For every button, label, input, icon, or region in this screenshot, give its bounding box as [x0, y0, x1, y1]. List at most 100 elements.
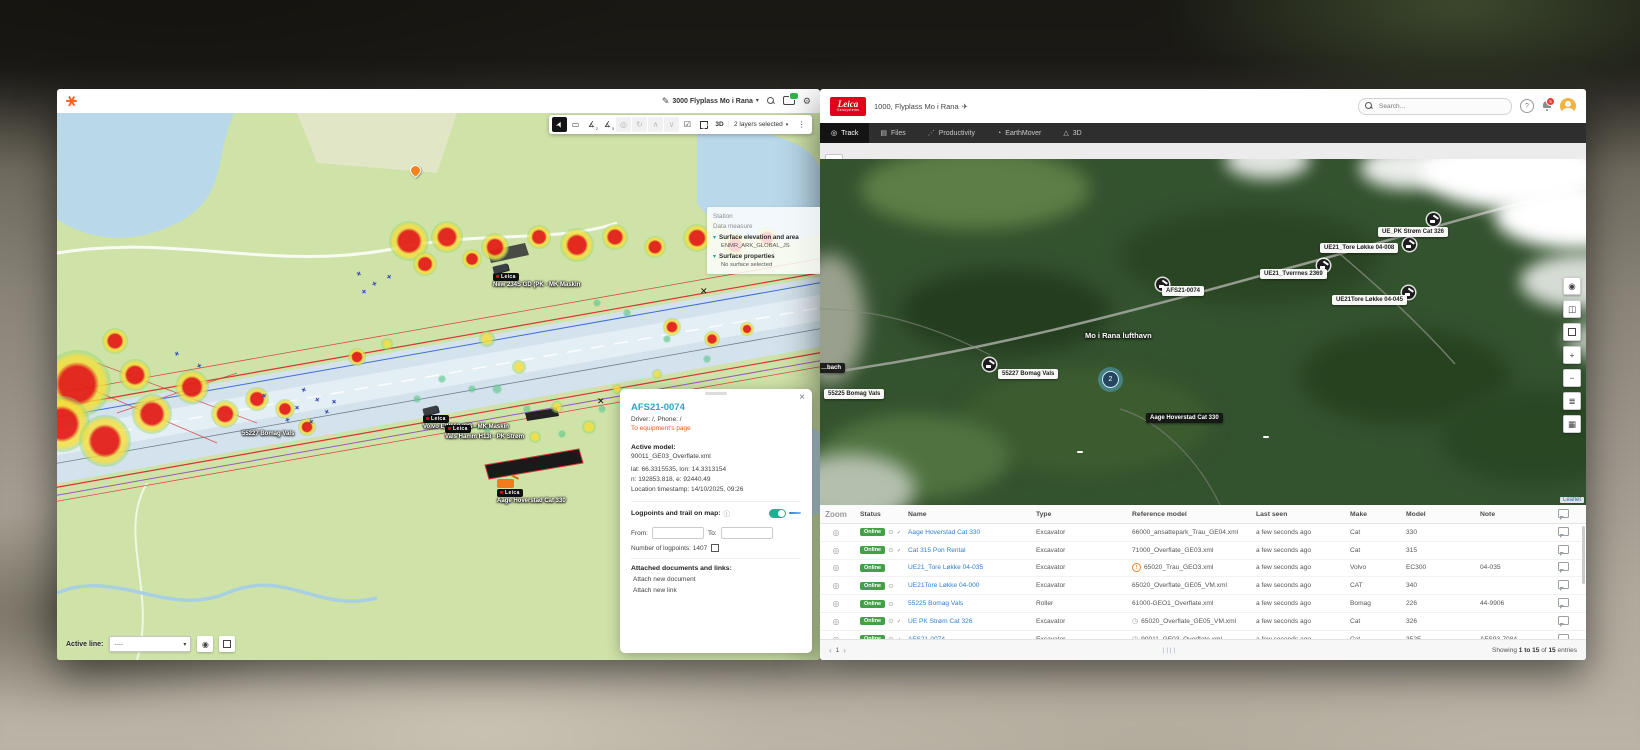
chat-icon[interactable] [1558, 545, 1569, 554]
station-option[interactable]: Station [713, 213, 814, 220]
unit-name-link[interactable]: UE21Tore Løkke 04-000 [908, 582, 979, 589]
zoom-to-unit-icon[interactable]: ◎ [820, 528, 852, 537]
Cat 315 Pon Rental[interactable]: ◎ Online ⊙ ✓ Cat 315 Pon Rental Excavato… [820, 542, 1586, 560]
profile-down-tool[interactable]: ∨ [664, 117, 679, 132]
left-app-logo[interactable] [66, 96, 77, 107]
zoom-to-unit-icon[interactable]: ◎ [820, 581, 852, 590]
selected-unit-marker[interactable]: 2 [1102, 371, 1119, 388]
unit-label[interactable]: 55227 Bomag Vals [998, 369, 1058, 379]
UE21_Tore Løkke 04-035[interactable]: ◎ Online ⊙ ✓ UE21_Tore Løkke 04-035 Exca… [820, 560, 1586, 578]
fit-view-button[interactable] [696, 117, 711, 132]
unit-label[interactable]: Aage Hoverstad Cat 330 [1146, 413, 1223, 423]
basemap-button[interactable]: ▦ [1563, 415, 1581, 433]
unit-name-link[interactable]: UE PK Strøm Cat 326 [908, 618, 973, 625]
zoom-to-unit-icon[interactable]: ◎ [820, 599, 852, 608]
legend-button[interactable]: ≣ [1563, 392, 1581, 410]
visibility-icon[interactable]: ⊙ [888, 528, 893, 536]
55225 Bomag Vals[interactable]: ◎ Online ⊙ ✓ 55225 Bomag Vals Roller ! ◷… [820, 595, 1586, 613]
prev-page-button[interactable]: ‹ [829, 646, 832, 655]
chat-icon[interactable] [1558, 598, 1569, 607]
unit-label[interactable]: 55225 Bomag Vals [824, 389, 884, 399]
excavator-icon[interactable] [1403, 238, 1416, 251]
zoom-to-unit-icon[interactable]: ◎ [820, 563, 852, 572]
tab-files[interactable]: ▤ Files [869, 123, 916, 143]
gear-icon[interactable]: ⚙ [803, 97, 811, 106]
UE PK Strøm Cat 326[interactable]: ◎ Online ⊙ ✓ UE PK Strøm Cat 326 Excavat… [820, 613, 1586, 631]
visibility-icon[interactable]: ⊙ [888, 582, 893, 590]
zoom-out-button[interactable]: − [1563, 369, 1581, 387]
zoom-to-logpoints-icon[interactable] [711, 544, 719, 552]
leica-logo[interactable]: Leica Geosystems [830, 97, 866, 116]
visibility-icon[interactable]: ⊙ [888, 617, 893, 625]
machine-marker[interactable]: Leica Vals Hamm H13i - PK Strøm [445, 425, 524, 440]
current-page[interactable]: 1 [836, 647, 840, 654]
tab-3d[interactable]: △ 3D [1052, 123, 1092, 143]
more-menu-button[interactable]: ⋮ [794, 117, 809, 132]
excavator-icon[interactable] [1427, 213, 1440, 226]
layers-dropdown[interactable]: 2 layers selected ▾ [728, 121, 793, 128]
logpoints-toggle[interactable] [769, 509, 786, 518]
data-measure-option[interactable]: Data measure [713, 223, 814, 230]
chat-icon[interactable] [1558, 580, 1569, 589]
unit-label[interactable]: UE21Tore Løkke 04-045 [1332, 295, 1407, 305]
split-view-button[interactable]: ◫ [1563, 300, 1581, 318]
chat-icon[interactable] [1558, 616, 1569, 625]
tab-track[interactable]: ◎ Track [820, 123, 869, 143]
fit-extent-button[interactable] [1563, 323, 1581, 341]
search-box[interactable] [1358, 98, 1512, 115]
avatar[interactable] [1560, 98, 1576, 114]
measure-3-tool[interactable]: ∡3 [600, 117, 615, 132]
surface-elevation-section[interactable]: ▾ Surface elevation and area [713, 234, 814, 241]
unit-name-link[interactable]: 55225 Bomag Vals [908, 600, 963, 607]
tab-productivity[interactable]: ⋰ Productivity [917, 123, 986, 143]
unit-name-link[interactable]: Cat 315 Pon Rental [908, 547, 966, 554]
unit-label[interactable]: UE21_Tore Løkke 04-008 [1320, 243, 1398, 253]
attach-link-link[interactable]: Attach new link [633, 587, 801, 594]
machine-marker[interactable]: 55227 Bomag Vals [242, 431, 294, 437]
rotate-tool[interactable]: ↻ [632, 117, 647, 132]
unit-label[interactable]: AFS21-0074 [1162, 286, 1204, 296]
excavator-icon[interactable] [983, 358, 996, 371]
chat-icon[interactable] [1558, 527, 1569, 536]
machine-marker[interactable]: Leica Aage Hoverstad Cat 330 [497, 479, 566, 504]
tab-earthmover[interactable]: ◔ EarthMover [986, 123, 1052, 143]
project-selector[interactable]: ✎ 3000 Flyplass Mo i Rana ▾ [662, 97, 759, 106]
unit-label[interactable]: UE21_Tverrnes 2369 [1260, 269, 1327, 279]
unit-label[interactable]: …bach [820, 363, 845, 373]
station-tool[interactable]: ◎ [616, 117, 631, 132]
chat-icon[interactable] [1558, 562, 1569, 571]
profile-up-tool[interactable]: ∧ [648, 117, 663, 132]
search-icon[interactable] [767, 97, 775, 105]
help-button[interactable]: ? [1520, 99, 1534, 113]
notifications-button[interactable] [783, 96, 795, 107]
3d-toggle[interactable]: 3D [712, 117, 727, 132]
close-icon[interactable]: × [799, 393, 805, 403]
machine-marker[interactable]: Leica New 234S GD (PK - MK Maskin [493, 265, 580, 288]
zoom-to-unit-icon[interactable]: ◎ [820, 546, 852, 555]
map-attribution[interactable]: Leaflet [1560, 497, 1584, 503]
zoom-to-unit-icon[interactable]: ◎ [820, 617, 852, 626]
locate-button[interactable]: ◉ [197, 636, 213, 652]
left-map[interactable]: ××××××××××××××✕✕ Leica New 234S GD (PK -… [57, 113, 820, 660]
visibility-icon[interactable]: ⊙ [888, 546, 893, 554]
search-input[interactable] [1377, 102, 1481, 111]
UE21Tore Løkke 04-000[interactable]: ◎ Online ⊙ ✓ UE21Tore Løkke 04-000 Excav… [820, 577, 1586, 595]
unit-name-link[interactable]: UE21_Tore Løkke 04-035 [908, 564, 983, 571]
surface-properties-section[interactable]: ▾ Surface properties [713, 253, 814, 260]
distance-measure-tool[interactable]: ▭ [568, 117, 583, 132]
zoom-in-button[interactable]: + [1563, 346, 1581, 364]
notifications-bell[interactable]: 5 [1542, 101, 1552, 111]
equipment-page-link[interactable]: To equipment's page [631, 425, 691, 432]
visibility-icon[interactable]: ⊙ [888, 600, 893, 608]
table-scrollbar[interactable] [1582, 526, 1585, 584]
select-tool[interactable]: ➤ [552, 117, 567, 132]
locate-button[interactable]: ◉ [1563, 277, 1581, 295]
measure-2-tool[interactable]: ∡2 [584, 117, 599, 132]
footer-link[interactable] [1173, 647, 1175, 654]
right-map[interactable]: UE_PK Strøm Cat 326 UE21_Tore Løkke 04-00… [820, 159, 1586, 505]
Aage Hoverstad Cat 330[interactable]: ◎ Online ⊙ ✓ Aage Hoverstad Cat 330 Exca… [820, 524, 1586, 542]
unit-label[interactable]: UE_PK Strøm Cat 326 [1378, 227, 1448, 237]
unit-name-link[interactable]: Aage Hoverstad Cat 330 [908, 529, 980, 536]
popup-drag-handle[interactable] [705, 392, 727, 395]
active-line-select[interactable]: ---- ▾ [109, 636, 191, 652]
